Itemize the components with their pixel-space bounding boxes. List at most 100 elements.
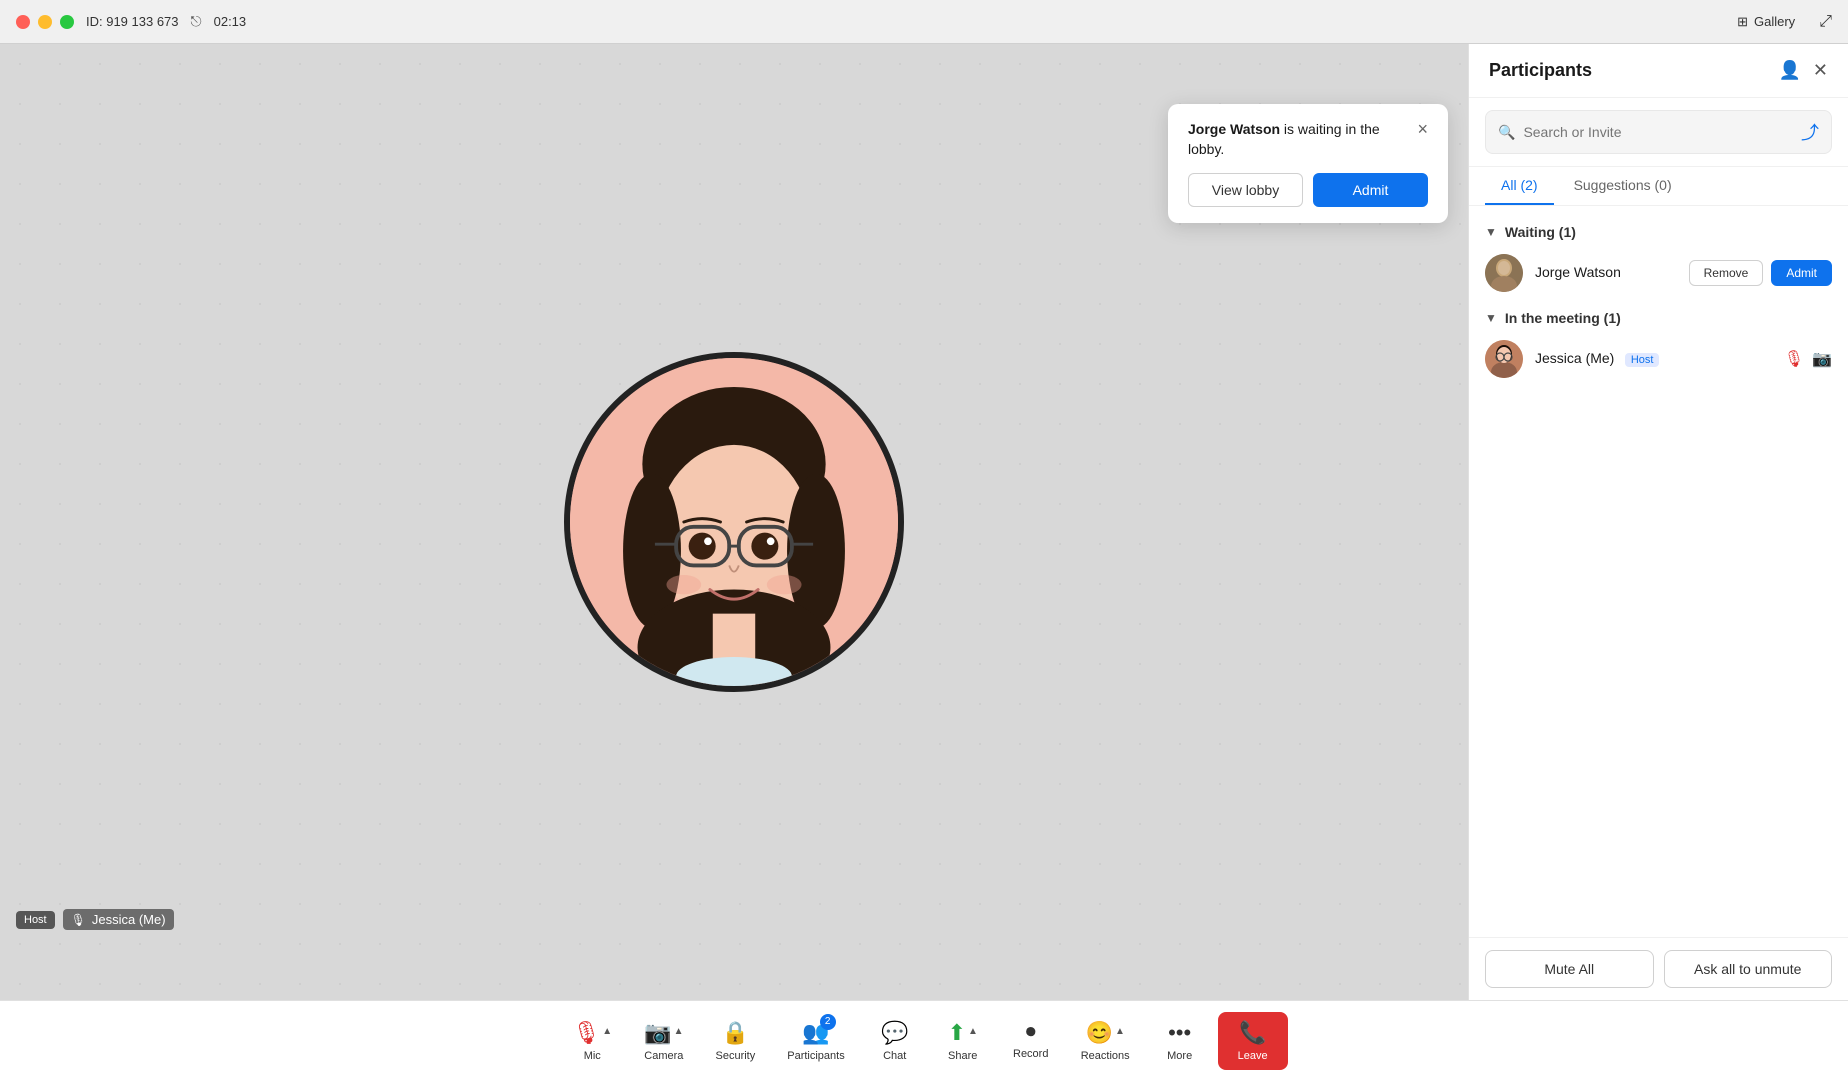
leave-button[interactable]: 📞 Leave (1218, 1012, 1288, 1070)
reactions-icon-area: 😊 ▲ (1086, 1020, 1125, 1046)
reactions-icon: 😊 (1086, 1020, 1113, 1046)
record-toolbar-item[interactable]: ⏺ Record (1001, 1013, 1061, 1068)
gallery-grid-icon: ⊞ (1737, 14, 1748, 30)
ask-unmute-button[interactable]: Ask all to unmute (1664, 950, 1833, 988)
waiting-chevron-icon: ▼ (1485, 225, 1497, 239)
host-tag: Host (1625, 353, 1660, 367)
share-icon-area: ⬆ ▲ (948, 1020, 978, 1046)
admit-button[interactable]: Admit (1771, 260, 1832, 286)
lobby-actions: View lobby Admit (1188, 173, 1428, 207)
in-meeting-chevron-icon: ▼ (1485, 311, 1497, 325)
mic-icon-area: 🎙 ▲ (572, 1020, 612, 1046)
participant-actions: Remove Admit (1689, 260, 1832, 286)
mic-chevron-icon[interactable]: ▲ (602, 1026, 612, 1037)
leave-label: Leave (1238, 1050, 1268, 1062)
table-row: Jessica (Me) Host 🎙 📷 (1469, 332, 1848, 386)
chat-toolbar-item[interactable]: 💬 Chat (865, 1012, 925, 1070)
video-participant-name: Jessica (Me) (92, 912, 166, 927)
muted-mic-indicator: 🎙 (71, 913, 86, 927)
maximize-window-button[interactable] (60, 15, 74, 29)
search-bar: 🔍 ⤴ (1469, 98, 1848, 167)
meeting-id: ID: 919 133 673 (86, 14, 179, 29)
participant-mute-icons: 🎙 📷 (1784, 349, 1832, 369)
participants-panel: Participants 👤 ✕ 🔍 ⤴ All (2) Suggestions… (1468, 44, 1848, 1000)
search-input-wrap: 🔍 ⤴ (1485, 110, 1832, 154)
notification-close-button[interactable]: × (1417, 120, 1428, 138)
gallery-label: Gallery (1754, 14, 1795, 29)
jessica-avatar-image (570, 358, 898, 686)
lobby-notification: Jorge Watson is waiting in the lobby. × … (1168, 104, 1448, 223)
camera-chevron-icon[interactable]: ▲ (674, 1026, 684, 1037)
minimize-window-button[interactable] (38, 15, 52, 29)
share-toolbar-item[interactable]: ⬆ ▲ Share (933, 1012, 993, 1070)
host-badge: Host (16, 911, 55, 929)
avatar (1485, 340, 1523, 378)
leave-icon: 📞 (1239, 1020, 1266, 1046)
security-toolbar-item[interactable]: 🔒 Security (704, 1012, 768, 1070)
admit-lobby-button[interactable]: Admit (1313, 173, 1428, 207)
panel-header: Participants 👤 ✕ (1469, 44, 1848, 98)
mic-icon: 🎙 (572, 1020, 600, 1046)
reactions-label: Reactions (1081, 1050, 1130, 1062)
add-participant-icon[interactable]: 👤 (1778, 60, 1800, 81)
more-label: More (1167, 1050, 1192, 1062)
toolbar: 🎙 ▲ Mic 📷 ▲ Camera 🔒 Security 👥 2 Partic… (0, 1000, 1848, 1080)
video-area: Jorge Watson is waiting in the lobby. × … (0, 44, 1468, 1000)
remove-button[interactable]: Remove (1689, 260, 1764, 286)
expand-button[interactable]: ⤢ (1819, 13, 1832, 31)
panel-header-icons: 👤 ✕ (1778, 60, 1828, 81)
share-chevron-icon[interactable]: ▲ (968, 1026, 978, 1037)
avatar (1485, 254, 1523, 292)
camera-toolbar-item[interactable]: 📷 ▲ Camera (632, 1012, 695, 1070)
panel-tabs: All (2) Suggestions (0) (1469, 167, 1848, 206)
camera-label: Camera (644, 1050, 683, 1062)
camera-icon: 📷 (644, 1020, 671, 1046)
chat-icon: 💬 (881, 1020, 908, 1046)
host-label-bar: Host 🎙 Jessica (Me) (16, 909, 174, 930)
participants-icon-area: 👥 2 (802, 1020, 829, 1046)
camera-icon-area: 📷 ▲ (644, 1020, 683, 1046)
tab-all[interactable]: All (2) (1485, 167, 1554, 205)
share-label: Share (948, 1050, 977, 1062)
search-input[interactable] (1523, 124, 1785, 140)
search-icon: 🔍 (1498, 124, 1515, 141)
close-window-button[interactable] (16, 15, 30, 29)
table-row: Jorge Watson Remove Admit (1469, 246, 1848, 300)
participant-name: Jorge Watson (1535, 264, 1621, 280)
traffic-lights (16, 15, 74, 29)
participants-toolbar-item[interactable]: 👥 2 Participants (775, 1012, 856, 1070)
waiting-person-name: Jorge Watson (1188, 121, 1280, 137)
security-icon: 🔒 (722, 1020, 749, 1046)
share-id-icon[interactable]: ⎋ (191, 13, 202, 30)
participant-name-label: 🎙 Jessica (Me) (63, 909, 174, 930)
panel-title: Participants (1489, 60, 1592, 81)
mic-label: Mic (584, 1050, 601, 1062)
in-meeting-section-title: In the meeting (1) (1505, 310, 1621, 326)
notification-text: Jorge Watson is waiting in the lobby. (1188, 120, 1417, 159)
notification-header: Jorge Watson is waiting in the lobby. × (1188, 120, 1428, 159)
invite-icon[interactable]: ⤴ (1801, 119, 1819, 145)
more-toolbar-item[interactable]: ••• More (1150, 1012, 1210, 1070)
reactions-chevron-icon[interactable]: ▲ (1115, 1026, 1125, 1037)
security-label: Security (716, 1050, 756, 1062)
participant-name-wrap: Jorge Watson (1535, 264, 1677, 282)
participant-name-wrap: Jessica (Me) Host (1535, 350, 1772, 368)
participant-avatar-container (564, 352, 904, 692)
participant-video-circle (564, 352, 904, 692)
share-icon: ⬆ (948, 1020, 966, 1046)
mute-all-button[interactable]: Mute All (1485, 950, 1654, 988)
record-icon: ⏺ (1026, 1021, 1036, 1044)
participant-list: ▼ Waiting (1) Jorge Watson Remove (1469, 206, 1848, 937)
more-icon: ••• (1168, 1020, 1191, 1046)
waiting-section-header[interactable]: ▼ Waiting (1) (1469, 214, 1848, 246)
mic-toolbar-item[interactable]: 🎙 ▲ Mic (560, 1012, 624, 1070)
gallery-button[interactable]: ⊞ Gallery (1729, 10, 1803, 34)
tab-suggestions[interactable]: Suggestions (0) (1558, 167, 1688, 205)
mic-muted-icon: 🎙 (1784, 349, 1804, 369)
reactions-toolbar-item[interactable]: 😊 ▲ Reactions (1069, 1012, 1142, 1070)
chat-label: Chat (883, 1050, 906, 1062)
view-lobby-button[interactable]: View lobby (1188, 173, 1303, 207)
in-meeting-section-header[interactable]: ▼ In the meeting (1) (1469, 300, 1848, 332)
close-panel-icon[interactable]: ✕ (1813, 60, 1828, 81)
video-muted-icon: 📷 (1812, 349, 1832, 369)
